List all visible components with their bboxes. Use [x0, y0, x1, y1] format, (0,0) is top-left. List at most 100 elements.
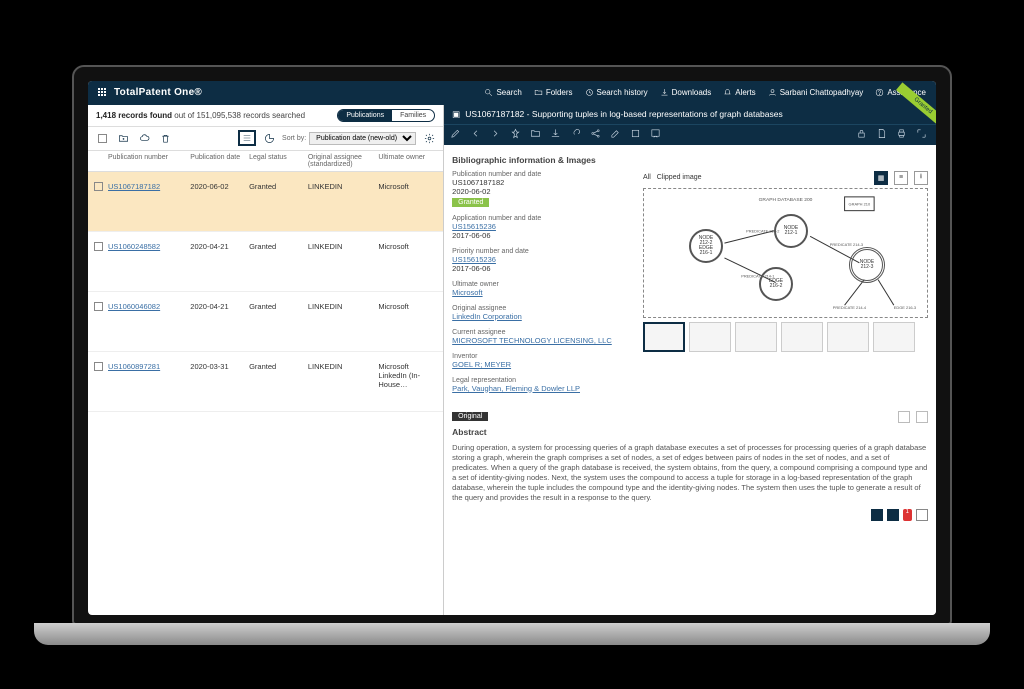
thumb-5[interactable] [827, 322, 869, 352]
col-pub-date[interactable]: Publication date [190, 154, 249, 168]
owner-link[interactable]: Microsoft [452, 288, 633, 297]
abstract-copy-icon[interactable] [898, 411, 910, 423]
thumb-4[interactable] [781, 322, 823, 352]
tab-publications[interactable]: Publications [338, 110, 392, 121]
row-checkbox[interactable] [94, 182, 103, 191]
row-date: 2020-04-21 [190, 242, 249, 281]
doc-link-icon[interactable] [570, 128, 584, 142]
results-count: 1,418 records found [96, 111, 172, 120]
delete-icon[interactable] [157, 130, 173, 146]
row-legal: Granted [249, 242, 308, 281]
doc-note-icon[interactable] [650, 128, 664, 142]
row-owner: Microsoft [378, 182, 437, 221]
result-row[interactable]: US1060897281 2020-03-31 Granted LINKEDIN… [88, 352, 443, 412]
col-legal[interactable]: Legal status [249, 154, 308, 168]
abstract-expand-icon[interactable] [916, 411, 928, 423]
nav-alerts[interactable]: Alerts [723, 88, 755, 97]
result-row[interactable]: US1060248582 2020-04-21 Granted LINKEDIN… [88, 232, 443, 292]
chart-view-icon[interactable] [261, 130, 277, 146]
results-header-row: Publication number Publication date Lega… [88, 151, 443, 172]
laptop-frame: TotalPatent One® Search Folders Search h… [72, 65, 952, 625]
figure-tab-clipped[interactable]: Clipped image [657, 174, 702, 181]
legal-rep-link[interactable]: Park, Vaughan, Fleming & Dowler LLP [452, 384, 633, 393]
figure-view-list-icon[interactable]: ≡ [894, 171, 908, 185]
footer-badge: 1 [903, 509, 912, 521]
document-title: US1067187182 - Supporting tuples in log-… [465, 109, 783, 119]
col-pub-number[interactable]: Publication number [108, 154, 190, 168]
result-row[interactable]: US1067187182 2020-06-02 Granted LINKEDIN… [88, 172, 443, 232]
publication-number-link[interactable]: US1060248582 [108, 242, 160, 251]
doc-prev-icon[interactable] [470, 128, 484, 142]
footer-action-1[interactable] [871, 509, 883, 521]
row-date: 2020-06-02 [190, 182, 249, 221]
row-checkbox[interactable] [94, 302, 103, 311]
col-assignee[interactable]: Original assignee (standardized) [308, 154, 379, 168]
svg-text:EDGE 216-3: EDGE 216-3 [894, 305, 917, 310]
biblio-info: Publication number and dateUS10671871822… [452, 171, 633, 401]
publication-number-link[interactable]: US1060897281 [108, 362, 160, 371]
row-date: 2020-04-21 [190, 302, 249, 341]
doc-pin-icon[interactable] [510, 128, 524, 142]
biblio-section-title: Bibliographic information & Images [452, 155, 928, 165]
doc-share-icon[interactable] [590, 128, 604, 142]
nav-user[interactable]: Sarbani Chattopadhyay [768, 88, 864, 97]
thumb-1[interactable] [643, 322, 685, 352]
doc-highlight-icon[interactable] [630, 128, 644, 142]
doc-next-icon[interactable] [490, 128, 504, 142]
sort-select[interactable]: Publication date (new-old) [309, 132, 416, 145]
nav-folders[interactable]: Folders [534, 88, 573, 97]
export-cloud-icon[interactable] [136, 130, 152, 146]
add-to-folder-icon[interactable] [115, 130, 131, 146]
row-assignee: LINKEDIN [308, 302, 379, 341]
figure-download-icon[interactable]: ⭳ [914, 171, 928, 185]
results-list[interactable]: US1067187182 2020-06-02 Granted LINKEDIN… [88, 172, 443, 615]
result-row[interactable]: US1060046082 2020-04-21 Granted LINKEDIN… [88, 292, 443, 352]
thumb-6[interactable] [873, 322, 915, 352]
doc-folder-icon[interactable] [530, 128, 544, 142]
col-owner[interactable]: Ultimate owner [378, 154, 437, 168]
list-view-button[interactable] [238, 130, 256, 146]
row-owner: Microsoft [378, 302, 437, 341]
thumb-2[interactable] [689, 322, 731, 352]
select-all-checkbox[interactable] [94, 130, 110, 146]
publication-number-link[interactable]: US1060046082 [108, 302, 160, 311]
top-navbar: TotalPatent One® Search Folders Search h… [88, 81, 936, 105]
cur-assignee-link[interactable]: MICROSOFT TECHNOLOGY LICENSING, LLC [452, 336, 633, 345]
settings-gear-icon[interactable] [421, 130, 437, 146]
footer-expand-icon[interactable] [916, 509, 928, 521]
priority-number-link[interactable]: US15615236 [452, 255, 633, 264]
nav-history[interactable]: Search history [585, 88, 648, 97]
patent-figure[interactable]: GRAPH DATABASE 200 GRAPH 210 PREDICATE 2… [643, 188, 928, 318]
inventor-link[interactable]: GOEL R; MEYER [452, 360, 633, 369]
doc-print-icon[interactable] [896, 128, 910, 142]
row-checkbox[interactable] [94, 362, 103, 371]
doc-edit-icon[interactable] [450, 128, 464, 142]
apps-grid-icon[interactable] [98, 88, 108, 98]
status-badge: Granted [452, 198, 489, 207]
doc-expand-icon[interactable] [916, 128, 930, 142]
abstract-source-tab[interactable]: Original [452, 412, 488, 421]
doc-lock-icon[interactable] [856, 128, 870, 142]
publication-number-link[interactable]: US1067187182 [108, 182, 160, 191]
tab-families[interactable]: Families [392, 110, 434, 121]
row-assignee: LINKEDIN [308, 242, 379, 281]
document-title-bar: ▣ US1067187182 - Supporting tuples in lo… [444, 105, 936, 124]
figure-view-grid-icon[interactable]: ▦ [874, 171, 888, 185]
figure-tab-all[interactable]: All [643, 174, 651, 181]
doc-download-icon[interactable] [550, 128, 564, 142]
footer-action-2[interactable] [887, 509, 899, 521]
svg-text:GRAPH DATABASE 200: GRAPH DATABASE 200 [759, 196, 813, 202]
doc-tools-icon[interactable] [610, 128, 624, 142]
doc-pdf-icon[interactable] [876, 128, 890, 142]
row-checkbox[interactable] [94, 242, 103, 251]
nav-downloads[interactable]: Downloads [660, 88, 712, 97]
orig-assignee-link[interactable]: LinkedIn Corporation [452, 312, 633, 321]
results-toolbar: Sort by: Publication date (new-old) [88, 127, 443, 151]
thumb-3[interactable] [735, 322, 777, 352]
nav-search[interactable]: Search [484, 88, 521, 97]
document-body[interactable]: Bibliographic information & Images Publi… [444, 145, 936, 615]
row-owner: Microsoft LinkedIn (In-House… [378, 362, 437, 401]
svg-text:PREDICATE 214-3: PREDICATE 214-3 [830, 242, 864, 247]
application-number-link[interactable]: US15615236 [452, 222, 633, 231]
row-legal: Granted [249, 182, 308, 221]
